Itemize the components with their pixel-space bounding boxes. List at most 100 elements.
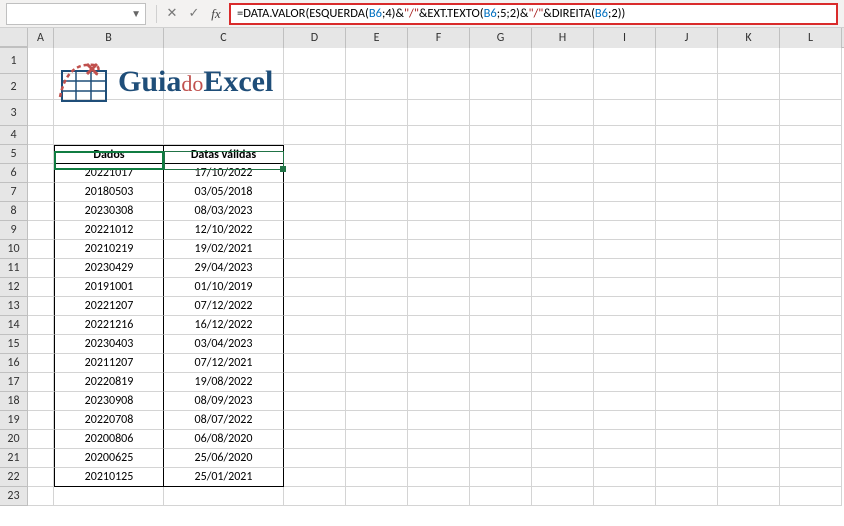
column-header-F[interactable]: F (408, 28, 470, 48)
cell[interactable]: 03/05/2018 (164, 183, 284, 202)
column-header-C[interactable]: C (164, 28, 284, 48)
cell[interactable] (532, 449, 594, 468)
cell[interactable] (718, 449, 780, 468)
cell[interactable] (346, 430, 408, 449)
cell[interactable] (346, 449, 408, 468)
cell[interactable] (780, 100, 842, 126)
cell[interactable] (28, 145, 54, 164)
row-header[interactable]: 20 (0, 430, 28, 449)
cell[interactable] (408, 335, 470, 354)
column-header-I[interactable]: I (594, 28, 656, 48)
cell[interactable] (718, 278, 780, 297)
cell[interactable] (594, 278, 656, 297)
cell[interactable] (532, 430, 594, 449)
cell[interactable] (346, 100, 408, 126)
cell[interactable] (346, 221, 408, 240)
cell[interactable] (284, 335, 346, 354)
cell[interactable] (780, 278, 842, 297)
cell[interactable] (656, 74, 718, 100)
cell[interactable]: 20230308 (54, 202, 164, 221)
cell[interactable] (28, 74, 54, 100)
cell[interactable] (656, 316, 718, 335)
cell[interactable] (532, 278, 594, 297)
cell[interactable] (532, 373, 594, 392)
cell[interactable] (470, 48, 532, 74)
column-header-A[interactable]: A (28, 28, 54, 48)
cell[interactable] (408, 297, 470, 316)
cell[interactable] (656, 297, 718, 316)
cell[interactable]: 06/08/2020 (164, 430, 284, 449)
cell[interactable]: 29/04/2023 (164, 259, 284, 278)
cell[interactable] (284, 259, 346, 278)
cell[interactable] (284, 487, 346, 506)
cell[interactable] (718, 335, 780, 354)
cell[interactable] (470, 392, 532, 411)
cell[interactable] (346, 145, 408, 164)
row-header[interactable]: 4 (0, 126, 28, 145)
row-header[interactable]: 1 (0, 48, 28, 74)
column-header-B[interactable]: B (54, 28, 164, 48)
cell[interactable] (284, 240, 346, 259)
cell[interactable]: 07/12/2022 (164, 297, 284, 316)
cell[interactable] (656, 164, 718, 183)
cell[interactable] (594, 335, 656, 354)
cell[interactable] (346, 468, 408, 487)
cell[interactable] (532, 240, 594, 259)
cell[interactable] (284, 221, 346, 240)
cell[interactable] (346, 183, 408, 202)
cell[interactable] (594, 468, 656, 487)
cell[interactable] (28, 373, 54, 392)
cell[interactable]: Dados (54, 145, 164, 164)
cell[interactable] (780, 392, 842, 411)
cell[interactable] (284, 202, 346, 221)
cell[interactable] (718, 221, 780, 240)
cell[interactable]: 16/12/2022 (164, 316, 284, 335)
column-header-J[interactable]: J (656, 28, 718, 48)
cell[interactable] (28, 297, 54, 316)
cell[interactable] (532, 392, 594, 411)
cell[interactable] (284, 297, 346, 316)
cell[interactable]: 03/04/2023 (164, 335, 284, 354)
row-header[interactable]: 7 (0, 183, 28, 202)
row-header[interactable]: 18 (0, 392, 28, 411)
row-header[interactable]: 10 (0, 240, 28, 259)
cell[interactable] (656, 373, 718, 392)
cell[interactable] (408, 164, 470, 183)
cell[interactable] (470, 373, 532, 392)
cell[interactable]: 20191001 (54, 278, 164, 297)
cell[interactable] (284, 392, 346, 411)
cell[interactable] (780, 335, 842, 354)
cell[interactable]: 20220819 (54, 373, 164, 392)
cell[interactable] (408, 240, 470, 259)
cell[interactable]: 20230403 (54, 335, 164, 354)
cell[interactable] (594, 297, 656, 316)
cell[interactable] (718, 354, 780, 373)
cell[interactable] (780, 74, 842, 100)
cell[interactable] (656, 100, 718, 126)
cell[interactable] (594, 392, 656, 411)
cell[interactable] (718, 487, 780, 506)
spreadsheet-grid[interactable]: A B C D E F G H I J K L 12345DadosDatas … (0, 28, 844, 526)
cell[interactable]: 08/09/2023 (164, 392, 284, 411)
cell[interactable] (780, 411, 842, 430)
cell[interactable]: 19/02/2021 (164, 240, 284, 259)
cell[interactable]: 20211207 (54, 354, 164, 373)
cell[interactable]: 17/10/2022 (164, 164, 284, 183)
cell[interactable] (408, 354, 470, 373)
cell[interactable] (408, 126, 470, 145)
row-header[interactable]: 14 (0, 316, 28, 335)
cell[interactable] (532, 126, 594, 145)
cell[interactable] (594, 487, 656, 506)
cell[interactable] (656, 449, 718, 468)
cell[interactable] (346, 487, 408, 506)
cell[interactable]: 01/10/2019 (164, 278, 284, 297)
row-header[interactable]: 21 (0, 449, 28, 468)
cell[interactable] (470, 449, 532, 468)
cell[interactable] (718, 240, 780, 259)
cell[interactable] (780, 221, 842, 240)
cell[interactable] (532, 316, 594, 335)
cell[interactable] (780, 164, 842, 183)
cell[interactable] (408, 392, 470, 411)
cell[interactable] (408, 316, 470, 335)
cell[interactable] (28, 392, 54, 411)
